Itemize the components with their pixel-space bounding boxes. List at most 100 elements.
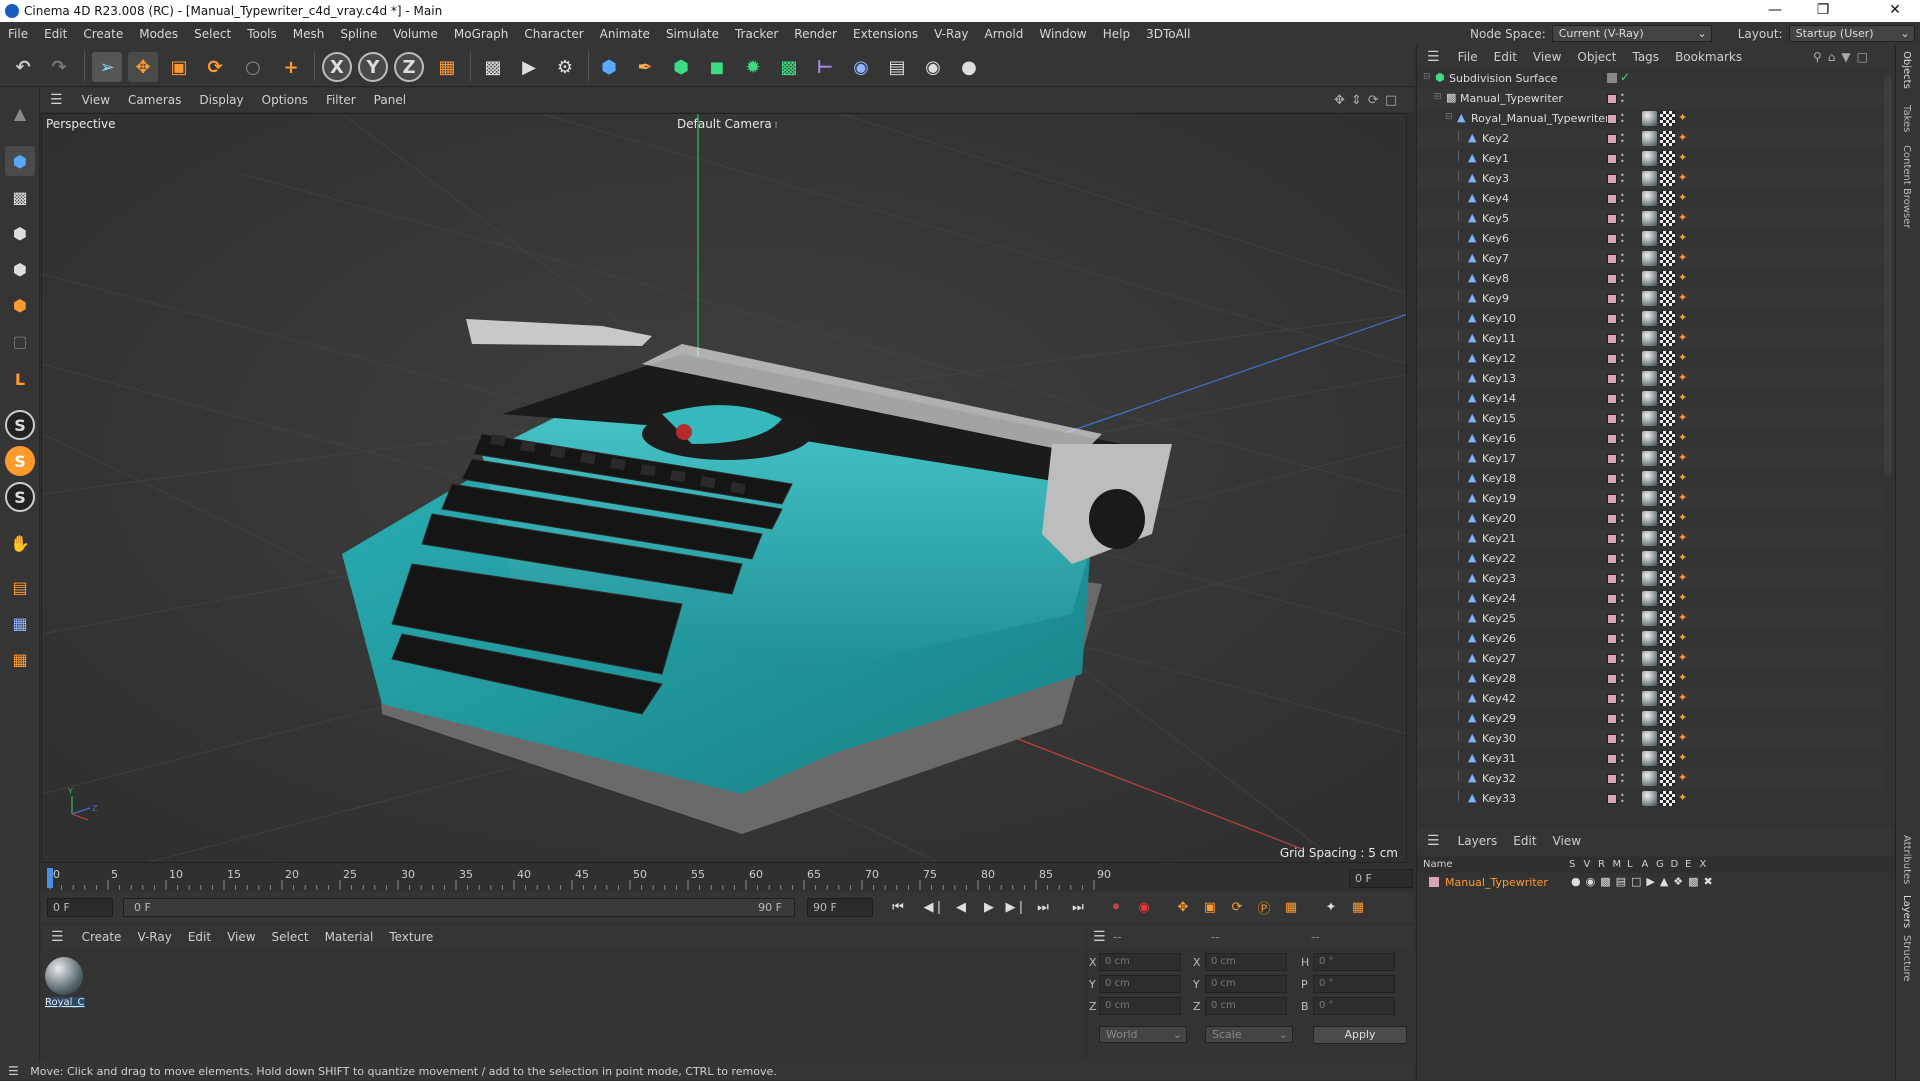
uvw-tag-icon[interactable]	[1660, 151, 1675, 166]
position-y-field[interactable]: 0 cm	[1099, 975, 1181, 993]
tab-takes[interactable]: Takes	[1901, 105, 1912, 132]
object-row[interactable]: │ ▲ Key10 • • ✦	[1417, 309, 1883, 329]
next-key-icon[interactable]: ⏭	[1031, 896, 1055, 918]
visibility-dots-icon[interactable]: • •	[1620, 352, 1625, 366]
object-row[interactable]: │ ▲ Key13 • • ✦	[1417, 369, 1883, 389]
layer-menu-layers[interactable]: Layers	[1450, 834, 1506, 848]
vray-tag-icon[interactable]: ✦	[1678, 791, 1687, 804]
object-menu-view[interactable]: View	[1525, 50, 1569, 64]
motion-system-icon[interactable]: ✦	[1319, 896, 1343, 918]
uvw-tag-icon[interactable]	[1660, 571, 1675, 586]
uvw-tag-icon[interactable]	[1660, 591, 1675, 606]
vray-tag-icon[interactable]: ✦	[1678, 491, 1687, 504]
material-swatch[interactable]: Royal_C	[45, 957, 85, 1017]
locked-workplane-icon[interactable]: ▦	[5, 644, 35, 674]
end-frame-field[interactable]: 90 F	[807, 898, 873, 917]
tree-expander-icon[interactable]: ⊟	[1423, 72, 1431, 82]
layer-color-dot[interactable]	[1607, 434, 1617, 444]
layer-color-dot[interactable]	[1607, 134, 1617, 144]
object-row[interactable]: │ ▲ Key20 • • ✦	[1417, 509, 1883, 529]
object-row[interactable]: ⊟ ▩ Manual_Typewriter • •	[1417, 89, 1883, 109]
uvw-tag-icon[interactable]	[1660, 451, 1675, 466]
object-row[interactable]: │ ▲ Key23 • • ✦	[1417, 569, 1883, 589]
visibility-dots-icon[interactable]: • •	[1620, 512, 1625, 526]
visibility-dots-icon[interactable]: • •	[1620, 232, 1625, 246]
uvw-tag-icon[interactable]	[1660, 111, 1675, 126]
key-position-icon[interactable]: ✥	[1171, 896, 1195, 918]
material-tag-icon[interactable]	[1642, 531, 1657, 546]
vray-tag-icon[interactable]: ✦	[1678, 451, 1687, 464]
object-row[interactable]: │ ▲ Key3 • • ✦	[1417, 169, 1883, 189]
layer-color-dot[interactable]	[1607, 294, 1617, 304]
viewport-menu-filter[interactable]: Filter	[317, 93, 365, 107]
pen-spline-icon[interactable]: ✒	[630, 52, 660, 82]
y-axis-icon[interactable]: Y	[358, 52, 388, 82]
tab-structure[interactable]: Structure	[1901, 935, 1912, 982]
size-z-field[interactable]: 0 cm	[1205, 997, 1287, 1015]
vray-tag-icon[interactable]: ✦	[1678, 611, 1687, 624]
autokey-icon[interactable]: ⚫	[1104, 896, 1128, 918]
object-row[interactable]: │ ▲ Key16 • • ✦	[1417, 429, 1883, 449]
menu-modes[interactable]: Modes	[131, 27, 186, 41]
render-view-icon[interactable]: ▩	[478, 52, 508, 82]
menu-tracker[interactable]: Tracker	[727, 27, 786, 41]
tree-expander-icon[interactable]: │	[1456, 192, 1461, 202]
tree-expander-icon[interactable]: │	[1456, 592, 1461, 602]
uvw-tag-icon[interactable]	[1660, 311, 1675, 326]
go-to-end-icon[interactable]: ⏭	[1066, 896, 1090, 918]
object-row[interactable]: ⊟ ▲ Royal_Manual_Typewriter • • ✦	[1417, 109, 1883, 129]
tree-expander-icon[interactable]: │	[1456, 732, 1461, 742]
layer-color-dot[interactable]	[1607, 614, 1617, 624]
visibility-dots-icon[interactable]: • •	[1620, 652, 1625, 666]
layer-color-dot[interactable]	[1607, 274, 1617, 284]
position-z-field[interactable]: 0 cm	[1099, 997, 1181, 1015]
layer-color-dot[interactable]	[1607, 734, 1617, 744]
vray-tag-icon[interactable]: ✦	[1678, 631, 1687, 644]
go-to-start-icon[interactable]: ⏮	[886, 896, 910, 918]
uvw-tag-icon[interactable]	[1660, 251, 1675, 266]
tree-expander-icon[interactable]: │	[1456, 392, 1461, 402]
tweak-icon[interactable]: ✋	[5, 528, 35, 558]
material-tag-icon[interactable]	[1642, 271, 1657, 286]
uvw-tag-icon[interactable]	[1660, 611, 1675, 626]
tree-expander-icon[interactable]: │	[1456, 352, 1461, 362]
tree-expander-icon[interactable]: │	[1456, 252, 1461, 262]
menu-animate[interactable]: Animate	[592, 27, 658, 41]
vray-tag-icon[interactable]: ✦	[1678, 251, 1687, 264]
material-tag-icon[interactable]	[1642, 391, 1657, 406]
visibility-dots-icon[interactable]: • •	[1620, 612, 1625, 626]
snap-settings-icon[interactable]: S	[5, 446, 35, 476]
tree-expander-icon[interactable]: │	[1456, 332, 1461, 342]
uvw-tag-icon[interactable]	[1660, 491, 1675, 506]
vray-tag-icon[interactable]: ✦	[1678, 691, 1687, 704]
material-tag-icon[interactable]	[1642, 131, 1657, 146]
live-selection-icon[interactable]: ○	[238, 52, 268, 82]
render-picture-viewer-icon[interactable]: ▶	[514, 52, 544, 82]
vray-tag-icon[interactable]: ✦	[1678, 391, 1687, 404]
tree-expander-icon[interactable]: │	[1456, 412, 1461, 422]
vray-tag-icon[interactable]: ✦	[1678, 131, 1687, 144]
subdivision-icon[interactable]: ⬢	[666, 52, 696, 82]
visibility-dots-icon[interactable]: • •	[1620, 192, 1625, 206]
vray-tag-icon[interactable]: ✦	[1678, 151, 1687, 164]
layer-color-swatch[interactable]	[1429, 877, 1439, 887]
material-tag-icon[interactable]	[1642, 331, 1657, 346]
tree-expander-icon[interactable]: │	[1456, 752, 1461, 762]
visibility-dots-icon[interactable]: • •	[1620, 412, 1625, 426]
uvw-tag-icon[interactable]	[1660, 731, 1675, 746]
vray-tag-icon[interactable]: ✦	[1678, 511, 1687, 524]
tree-expander-icon[interactable]: │	[1456, 792, 1461, 802]
hamburger-icon[interactable]: ☰	[41, 929, 74, 945]
layer-color-dot[interactable]	[1607, 114, 1617, 124]
previous-frame-icon[interactable]: ◀	[949, 896, 973, 918]
menu-character[interactable]: Character	[516, 27, 591, 41]
snap-icon[interactable]: S	[5, 410, 35, 440]
menu-window[interactable]: Window	[1031, 27, 1094, 41]
object-menu-file[interactable]: File	[1450, 50, 1486, 64]
tab-attributes[interactable]: Attributes	[1901, 835, 1912, 884]
layer-color-dot[interactable]	[1607, 694, 1617, 704]
hamburger-icon[interactable]: ☰	[1417, 833, 1450, 849]
material-tag-icon[interactable]	[1642, 351, 1657, 366]
uvw-tag-icon[interactable]	[1660, 771, 1675, 786]
object-menu-edit[interactable]: Edit	[1486, 50, 1525, 64]
